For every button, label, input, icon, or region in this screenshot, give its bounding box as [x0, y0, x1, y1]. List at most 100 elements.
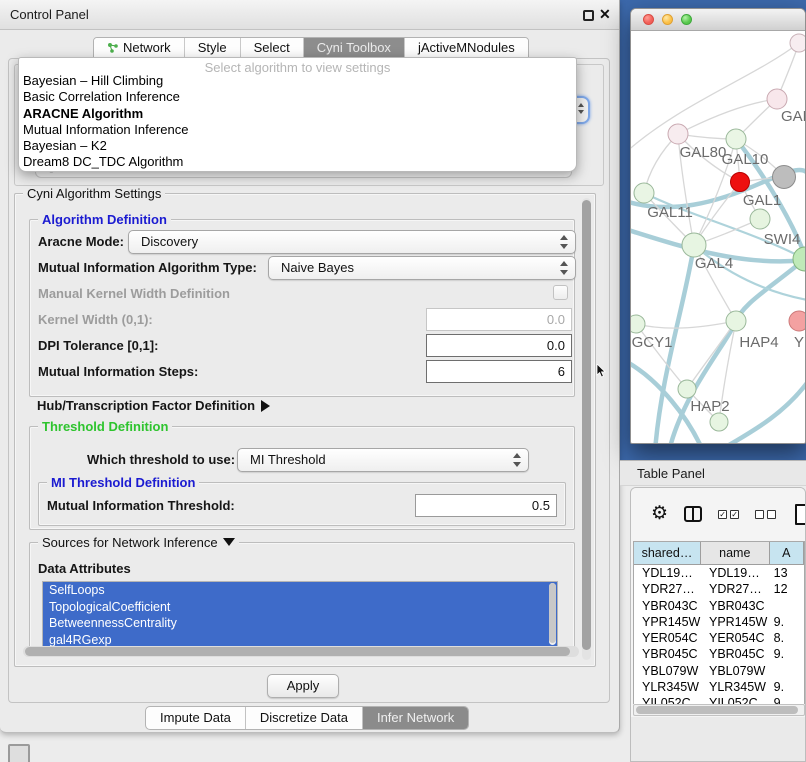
- bottom-tab-discretize-data[interactable]: Discretize Data: [246, 707, 363, 729]
- network-node[interactable]: [750, 209, 770, 229]
- table-row[interactable]: YER054CYER054C8.: [634, 630, 804, 646]
- data-attributes-list[interactable]: SelfLoopsTopologicalCoefficientBetweenne…: [42, 581, 558, 647]
- table-cell[interactable]: [770, 598, 804, 614]
- algorithm-option[interactable]: Bayesian – Hill Climbing: [19, 73, 576, 89]
- network-node-gal80[interactable]: [668, 124, 688, 144]
- algorithm-option[interactable]: Dream8 DC_TDC Algorithm: [19, 154, 576, 170]
- table-cell[interactable]: YLR345W: [634, 679, 701, 695]
- table-cell[interactable]: YPR145W: [634, 614, 701, 630]
- network-node-y[interactable]: [789, 311, 806, 331]
- hub-definition-toggle[interactable]: Hub/Transcription Factor Definition: [37, 398, 270, 413]
- table-row[interactable]: YBR043CYBR043C: [634, 598, 804, 614]
- float-window-icon[interactable]: [583, 10, 594, 21]
- network-node-gal[interactable]: [767, 89, 787, 109]
- table-cell[interactable]: YPR145W: [701, 614, 770, 630]
- network-node-gal4[interactable]: [682, 233, 706, 257]
- table-row[interactable]: YDR27…YDR27…12: [634, 581, 804, 597]
- table-cell[interactable]: 9.: [770, 679, 804, 695]
- sources-group-title[interactable]: Sources for Network Inference: [38, 535, 239, 550]
- table-horizontal-scrollbar[interactable]: [633, 704, 805, 716]
- zoom-traffic-light-icon[interactable]: [681, 14, 692, 25]
- settings-vertical-scrollbar[interactable]: [582, 198, 591, 660]
- algorithm-option[interactable]: Mutual Information Inference: [19, 122, 576, 138]
- settings-horizontal-scrollbar[interactable]: [23, 646, 579, 657]
- dpi-tolerance-field[interactable]: 0.0: [426, 334, 572, 357]
- tab-style[interactable]: Style: [185, 38, 241, 58]
- bottom-tab-infer-network[interactable]: Infer Network: [363, 707, 468, 729]
- column-header-name[interactable]: name: [701, 542, 770, 564]
- which-threshold-combobox[interactable]: MI Threshold: [237, 448, 529, 472]
- settings-gear-icon[interactable]: ⚙: [651, 505, 668, 523]
- table-cell[interactable]: 9.: [770, 614, 804, 630]
- apply-button[interactable]: Apply: [267, 674, 339, 698]
- network-node-gal10[interactable]: [726, 129, 746, 149]
- close-icon[interactable]: ✕: [599, 6, 611, 23]
- network-node-hap2[interactable]: [678, 380, 696, 398]
- close-traffic-light-icon[interactable]: [643, 14, 654, 25]
- mi-steps-field[interactable]: 6: [426, 360, 572, 383]
- algorithm-option[interactable]: Bayesian – K2: [19, 138, 576, 154]
- table-cell[interactable]: 9.: [770, 646, 804, 662]
- table-cell[interactable]: YER054C: [634, 630, 701, 646]
- table-cell[interactable]: YIL052C: [701, 695, 770, 704]
- algorithm-combobox-fragment[interactable]: [575, 96, 590, 124]
- table-cell[interactable]: YDR27…: [701, 581, 770, 597]
- algorithm-option[interactable]: Basic Correlation Inference: [19, 89, 576, 105]
- bottom-tab-impute-data[interactable]: Impute Data: [146, 707, 246, 729]
- table-cell[interactable]: YDR27…: [634, 581, 701, 597]
- network-node[interactable]: [710, 413, 728, 431]
- table-row[interactable]: YPR145WYPR145W9.: [634, 614, 804, 630]
- column-header-shared[interactable]: shared…: [634, 542, 701, 564]
- tab-select[interactable]: Select: [241, 38, 304, 58]
- deselect-all-columns-icon[interactable]: [755, 510, 776, 519]
- network-node-gal1[interactable]: [731, 173, 750, 192]
- table-row[interactable]: YDL19…YDL19…13: [634, 565, 804, 581]
- network-canvas[interactable]: GALGAL80GAL10GAL1GAL11SWI4GAL4GCY1HAP4YH…: [631, 31, 806, 444]
- network-node[interactable]: [790, 34, 806, 52]
- tab-network[interactable]: Network: [94, 38, 185, 58]
- select-all-columns-icon[interactable]: ✓✓: [718, 510, 739, 519]
- tab-cyni-toolbox[interactable]: Cyni Toolbox: [304, 38, 405, 58]
- table-cell[interactable]: YBR043C: [701, 598, 770, 614]
- table-cell[interactable]: YBL079W: [634, 663, 701, 679]
- new-table-icon[interactable]: [795, 504, 806, 525]
- network-node[interactable]: [773, 166, 796, 189]
- table-cell[interactable]: 9.: [770, 695, 804, 704]
- table-row[interactable]: YBL079WYBL079W: [634, 663, 804, 679]
- attribute-list-item[interactable]: SelfLoops: [43, 582, 557, 599]
- table-row[interactable]: YIL052CYIL052C9.: [634, 695, 804, 704]
- table-cell[interactable]: YBL079W: [701, 663, 770, 679]
- tab-jactivemnodules[interactable]: jActiveMNodules: [405, 38, 528, 58]
- network-node-gal11[interactable]: [634, 183, 654, 203]
- table-cell[interactable]: YBR045C: [701, 646, 770, 662]
- minimize-traffic-light-icon[interactable]: [662, 14, 673, 25]
- mi-algorithm-type-combobox[interactable]: Naive Bayes: [268, 256, 576, 280]
- table-cell[interactable]: YBR045C: [634, 646, 701, 662]
- table-row[interactable]: YLR345WYLR345W9.: [634, 679, 804, 695]
- minimized-panel-icon[interactable]: [8, 744, 30, 762]
- attribute-list-item[interactable]: TopologicalCoefficient: [43, 599, 557, 616]
- table-cell[interactable]: 12: [770, 581, 804, 597]
- attribute-list-item[interactable]: BetweennessCentrality: [43, 615, 557, 632]
- table-cell[interactable]: YBR043C: [634, 598, 701, 614]
- network-node-hap4[interactable]: [726, 311, 746, 331]
- table-cell[interactable]: YIL052C: [634, 695, 701, 704]
- column-layout-icon[interactable]: [684, 506, 702, 522]
- table-cell[interactable]: 8.: [770, 630, 804, 646]
- mi-threshold-field[interactable]: 0.5: [415, 494, 557, 517]
- table-row[interactable]: YBR045CYBR045C9.: [634, 646, 804, 662]
- column-header-a[interactable]: A: [770, 542, 804, 564]
- table-cell[interactable]: YDL19…: [634, 565, 701, 581]
- table-cell[interactable]: [770, 663, 804, 679]
- table-cell[interactable]: YER054C: [701, 630, 770, 646]
- table-cell[interactable]: YDL19…: [701, 565, 770, 581]
- table-cell[interactable]: YLR345W: [701, 679, 770, 695]
- network-node-gcy1[interactable]: [631, 315, 645, 333]
- manual-kernel-width-checkbox[interactable]: [553, 285, 568, 300]
- aracne-mode-combobox[interactable]: Discovery: [128, 230, 576, 254]
- table-cell[interactable]: 13: [770, 565, 804, 581]
- algorithm-option[interactable]: ARACNE Algorithm: [19, 106, 576, 122]
- network-window-titlebar[interactable]: [631, 9, 805, 31]
- attribute-list-item[interactable]: gal4RGexp: [43, 632, 557, 648]
- attributes-list-scrollbar[interactable]: [549, 583, 556, 645]
